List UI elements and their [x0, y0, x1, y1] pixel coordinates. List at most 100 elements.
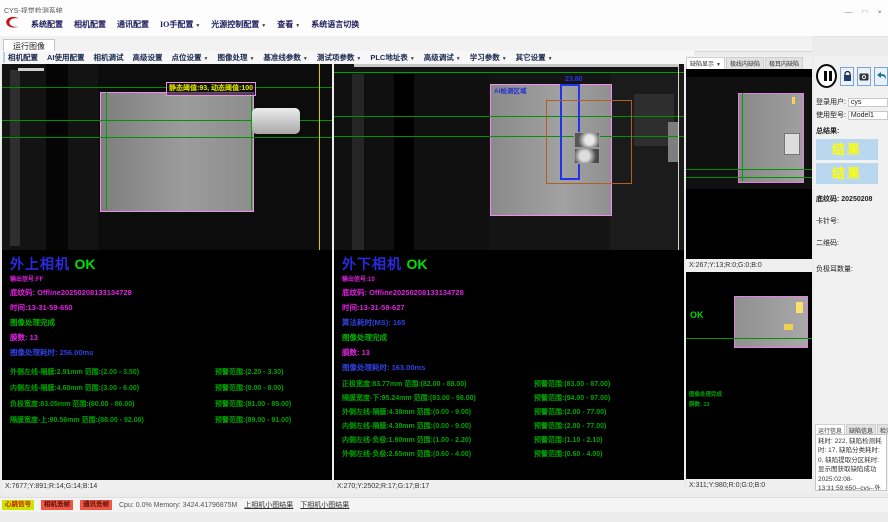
camera-icon: [859, 72, 869, 81]
camera-bottom-film-count: 膜数: 13: [342, 347, 682, 358]
dropdown-arrow-icon: ▼: [261, 24, 266, 29]
measurement-value: 外侧左线-负极:2.65mm 范围:(0.60 - 4.00): [342, 449, 534, 459]
tool-test-params[interactable]: 测试项参数▼: [317, 52, 361, 63]
measurement-warn: 预警范围:(2.00 - 77.00): [534, 407, 606, 417]
tool-ai-config[interactable]: AI使用配置: [47, 52, 85, 63]
pause-button[interactable]: [816, 64, 837, 88]
lock-button[interactable]: [840, 67, 854, 86]
pause-icon: [829, 71, 832, 81]
menu-item-system-config[interactable]: 系统配置: [31, 19, 63, 30]
measurement-row: 外侧左线-隔膜:2.91mm 范围:(2.00 - 3.50) 预警范围:(2.…: [10, 367, 330, 377]
green-guide-vline: [106, 92, 107, 210]
tool-camera-debug[interactable]: 相机调试: [94, 52, 124, 63]
pause-icon: [824, 71, 827, 81]
measurement-row: 外侧左线-隔膜:4.38mm 范围:(0.00 - 9.00) 预警范围:(2.…: [342, 407, 682, 417]
camera-top-image[interactable]: 静态阈值:93, 动态阈值:100: [2, 64, 332, 250]
tool-other-settings[interactable]: 其它设置▼: [516, 52, 553, 63]
camera-top-status: OK: [75, 256, 96, 272]
defect-thumbnail: [574, 132, 600, 148]
run-log[interactable]: 耗时: 222, 缺陷检测耗时: 17, 缺陷分类耗时: 0, 缺陷提取分区耗时…: [815, 434, 887, 491]
tool-baseline-params[interactable]: 基准线参数▼: [263, 52, 307, 63]
tool-image-processing[interactable]: 图像处理▼: [217, 52, 254, 63]
thumb-tab-line-defect[interactable]: 极线内缺陷: [726, 57, 764, 69]
measurement-value: 外侧左线-隔膜:2.91mm 范围:(2.00 - 3.50): [10, 367, 215, 377]
tool-point-settings-label: 点位设置: [172, 53, 202, 62]
menu-item-light-control[interactable]: 光源控制配置▼: [211, 19, 266, 30]
camera-button[interactable]: [857, 67, 871, 86]
green-guide-line: [334, 72, 684, 73]
logout-button[interactable]: [874, 67, 888, 86]
green-guide-line: [686, 338, 812, 339]
menu-item-camera-config[interactable]: 相机配置: [74, 19, 106, 30]
machinery-band: [352, 74, 364, 250]
tab-strip: 运行图像: [0, 36, 812, 52]
dropdown-arrow-icon: ▼: [410, 56, 415, 62]
camera-bottom-measurements: 正极宽度:83.77mm 范围:(82.00 - 88.00) 预警范围:(83…: [342, 379, 682, 459]
thumb-tab-defect-display[interactable]: 缺陷显示▼: [686, 57, 725, 69]
result-box-top: 结果: [816, 139, 878, 160]
tool-camera-config[interactable]: 相机配置: [8, 52, 38, 63]
login-value: cys: [848, 98, 888, 107]
green-guide-line: [2, 137, 332, 138]
menu-item-io-config-label: IO手配置: [160, 20, 193, 29]
green-guide-line: [686, 177, 812, 178]
camera-bottom-coords: X:270;Y:2502;R:17;G:17;B:17: [334, 480, 684, 493]
green-guide-line: [686, 169, 812, 170]
top-camera-result-link[interactable]: 上相机小图结果: [244, 500, 293, 510]
model-row: 使用型号: Model1: [816, 110, 886, 120]
camera-bottom-panel: AI检测区域 23.80 外下相机 OK 输出信号:10 底纹码: Offlin…: [334, 64, 684, 493]
menu-item-comm-config[interactable]: 通讯配置: [117, 19, 149, 30]
tool-plc-address-label: PLC地址表: [370, 53, 408, 62]
thumbnail-bottom[interactable]: OK 图像处理完成 膜数: 13 X:311;Y:980;R:0;G:0;B:0: [686, 272, 812, 492]
thumb-tab-tab-defect[interactable]: 极耳内缺陷: [765, 57, 803, 69]
thumbnail-top[interactable]: X:267;Y:13;R:0;G:0;B:0: [686, 69, 812, 272]
menu-item-language-switch[interactable]: 系统语言切换: [311, 19, 359, 30]
tool-learning-params[interactable]: 学习参数▼: [470, 52, 507, 63]
separator-region: [100, 92, 254, 212]
dropdown-arrow-icon: ▼: [502, 56, 507, 62]
qr-label: 二维码:: [816, 240, 839, 247]
thumb-tab-defect-display-label: 缺陷显示: [690, 62, 714, 68]
camera-top-proc-time: 图像处理耗时: 256.00ms: [10, 347, 330, 358]
dropdown-arrow-icon: ▼: [456, 56, 461, 62]
bottom-camera-result-link[interactable]: 下相机小图结果: [300, 500, 349, 510]
dropdown-arrow-icon: ▼: [356, 56, 361, 62]
menu-item-io-config[interactable]: IO手配置▼: [160, 19, 200, 30]
camera-bottom-status: OK: [407, 256, 428, 272]
measurement-warn: 预警范围:(2.00 - 77.00): [534, 421, 606, 431]
measurement-row: 内侧左线-隔膜:4.38mm 范围:(0.00 - 9.00) 预警范围:(2.…: [342, 421, 682, 431]
tool-point-settings[interactable]: 点位设置▼: [172, 52, 209, 63]
model-value-field[interactable]: Model1: [848, 111, 888, 120]
camera-bottom-image[interactable]: AI检测区域 23.80: [334, 64, 684, 250]
tool-advanced-settings[interactable]: 高级设置: [133, 52, 163, 63]
menu-item-view[interactable]: 查看▼: [277, 19, 300, 30]
measurement-row: 隔膜宽度-上:90.56mm 范围:(88.00 - 92.00) 预警范围:(…: [10, 415, 330, 425]
measurement-value: 外侧左线-隔膜:4.38mm 范围:(0.00 - 9.00): [342, 407, 534, 417]
tool-plc-address[interactable]: PLC地址表▼: [370, 52, 414, 63]
back-arrow-icon: [876, 71, 887, 81]
camera-bottom-overlay: 外下相机 OK 输出信号:10 底纹码: Offline202502081331…: [342, 254, 682, 463]
measurement-value: 内侧左线-负极:1.90mm 范围:(1.00 - 2.20): [342, 435, 534, 445]
toolbar: 相机配置 AI使用配置 相机调试 高级设置 点位设置▼ 图像处理▼ 基准线参数▼…: [0, 51, 694, 64]
green-guide-vline: [742, 93, 743, 181]
measurement-row: 外侧左线-负极:2.65mm 范围:(0.60 - 4.00) 预警范围:(0.…: [342, 449, 682, 459]
measurement-row: 隔膜宽度-下:95.24mm 范围:(93.00 - 98.00) 预警范围:(…: [342, 393, 682, 403]
yellow-mark: [792, 97, 795, 104]
tool-advanced-debug[interactable]: 高级调试▼: [424, 52, 461, 63]
machinery-band: [394, 74, 414, 250]
threshold-label-box: 静态阈值:93, 动态阈值:100: [166, 82, 256, 96]
camera-bottom-barcode: 底纹码: Offline20250208133134728: [342, 287, 682, 298]
dropdown-arrow-icon: ▼: [204, 56, 209, 62]
ai-region-label: AI检测区域: [494, 85, 527, 95]
thumbnail-top-coords: X:267;Y:13;R:0;G:0;B:0: [686, 259, 812, 272]
right-sidebar: 登录用户: cys 使用型号: Model1 总结果: 结果 结果 底纹码: 2…: [814, 56, 888, 493]
model-label: 使用型号:: [816, 112, 846, 119]
measurement-value: 内侧左线-隔膜:4.60mm 范围:(3.00 - 6.00): [10, 383, 215, 393]
cpu-memory-readout: Cpu: 0.0% Memory: 3424.41796875M: [119, 502, 237, 509]
pin-label: 卡针号:: [816, 218, 839, 225]
yellow-mark: [784, 324, 793, 330]
camera-bottom-signal: 输出信号:10: [342, 274, 682, 283]
thumbnail-bottom-line2: 膜数: 13: [689, 400, 709, 408]
yellow-edge-line: [319, 64, 320, 250]
tool-test-params-label: 测试项参数: [317, 53, 355, 62]
